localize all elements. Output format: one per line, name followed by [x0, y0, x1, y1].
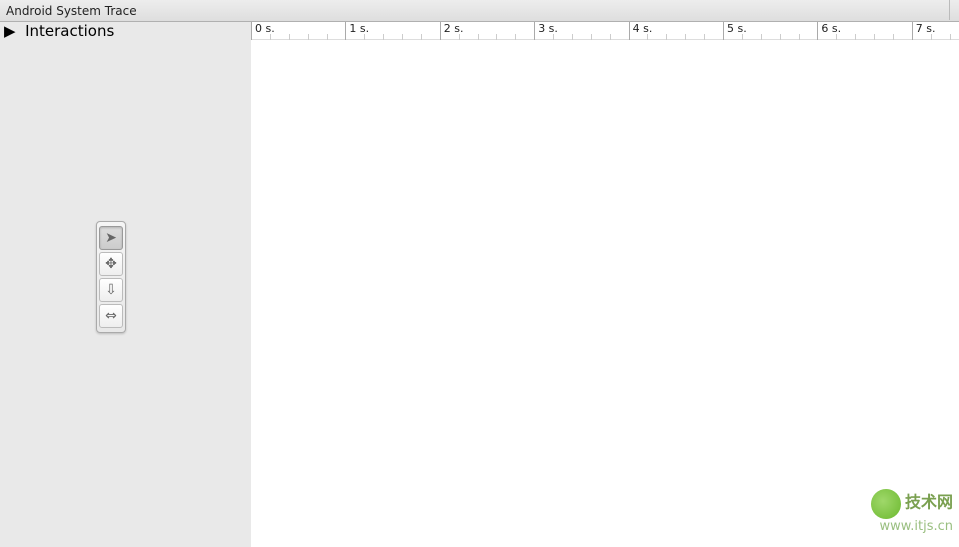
timeline-panel[interactable]: 0 s.1 s.2 s.3 s.4 s.5 s.6 s.7 s. — [251, 22, 959, 547]
time-ruler[interactable]: 0 s.1 s.2 s.3 s.4 s.5 s.6 s.7 s. — [251, 22, 959, 40]
arrow-down-icon: ⇩ — [105, 282, 117, 298]
down-tool[interactable]: ⇩ — [99, 278, 123, 302]
tool-palette: ➤ ✥ ⇩ ⇔ — [96, 221, 126, 333]
pointer-icon: ➤ — [105, 230, 117, 246]
resize-h-icon: ⇔ — [105, 308, 117, 324]
window-title: Android System Trace — [6, 4, 137, 18]
interactions-label: Interactions — [25, 22, 114, 40]
pointer-tool[interactable]: ➤ — [99, 226, 123, 250]
close-button-fragment[interactable] — [949, 0, 959, 20]
pan-tool[interactable]: ✥ — [99, 252, 123, 276]
interactions-row-label[interactable]: ▶ Interactions — [0, 22, 251, 40]
expand-icon[interactable]: ▶ — [4, 22, 16, 40]
title-bar: Android System Trace — [0, 0, 959, 22]
resize-h-tool[interactable]: ⇔ — [99, 304, 123, 328]
move-icon: ✥ — [105, 256, 117, 272]
